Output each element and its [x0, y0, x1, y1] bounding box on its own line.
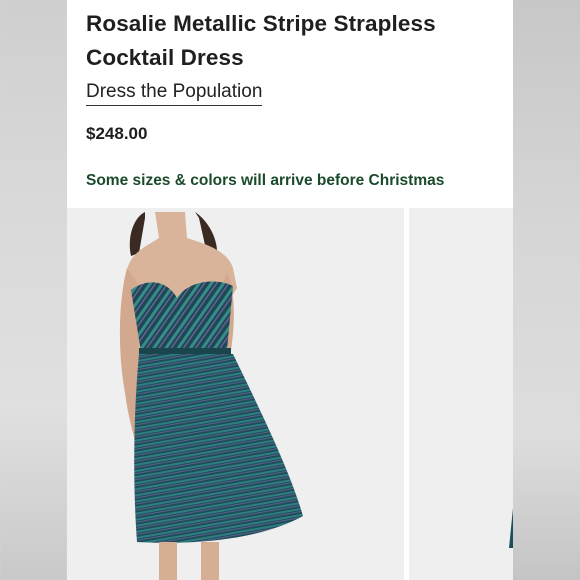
- product-image-next[interactable]: [409, 208, 513, 580]
- dress-photo-next-illustration: [509, 508, 513, 548]
- blurred-background-left: [0, 0, 67, 580]
- product-image-main[interactable]: [67, 208, 404, 580]
- product-card: Rosalie Metallic Stripe Strapless Cockta…: [67, 0, 513, 580]
- brand-link[interactable]: Dress the Population: [86, 80, 263, 106]
- product-price: $248.00: [86, 124, 148, 143]
- shipping-notice: Some sizes & colors will arrive before C…: [86, 172, 445, 189]
- product-title: Rosalie Metallic Stripe Strapless Cockta…: [86, 11, 436, 70]
- blurred-background-right: [513, 0, 580, 580]
- image-gallery[interactable]: [67, 208, 513, 580]
- dress-photo-illustration: [119, 212, 303, 580]
